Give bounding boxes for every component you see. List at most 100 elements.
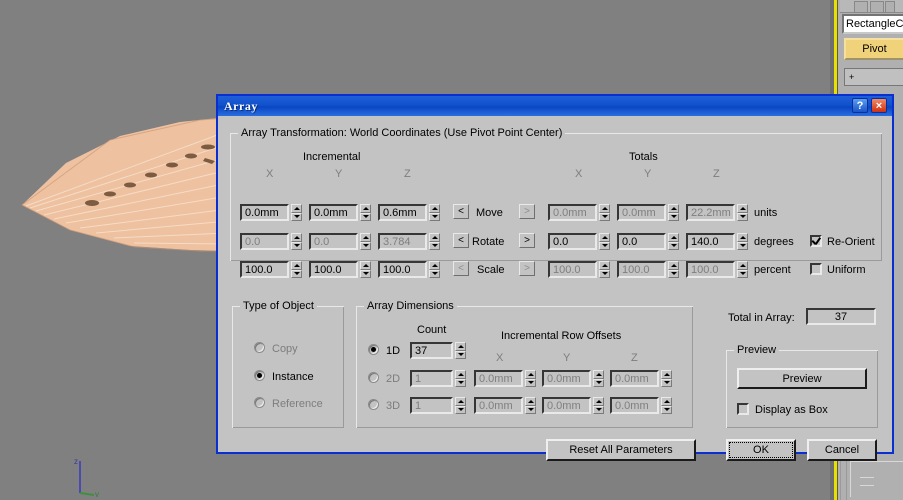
scale-units-label: percent <box>754 264 791 276</box>
rotate-left-arrow-button[interactable]: < <box>453 233 469 248</box>
rotate-total-x[interactable]: 0.0 <box>548 233 610 250</box>
offset-3d-x[interactable]: 0.0mm <box>474 397 536 414</box>
reorient-checkbox[interactable] <box>810 235 822 247</box>
offset-2d-y[interactable]: 0.0mm <box>542 370 604 387</box>
count-2d-field[interactable]: 1 <box>410 370 466 387</box>
spinner-arrows[interactable] <box>668 261 679 278</box>
radio-2d[interactable] <box>368 372 379 383</box>
spinner-arrows[interactable] <box>661 370 672 387</box>
display-as-box-checkbox[interactable] <box>737 403 749 415</box>
spinner-arrows[interactable] <box>599 204 610 221</box>
close-icon[interactable]: × <box>871 98 887 113</box>
scale-total-x[interactable]: 100.0 <box>548 261 610 278</box>
move-units-label: units <box>754 207 777 219</box>
move-total-y[interactable]: 0.0mm <box>617 204 679 221</box>
spinner-arrows[interactable] <box>599 233 610 250</box>
move-left-arrow-button[interactable]: < <box>453 204 469 219</box>
pivot-button[interactable]: Pivot <box>844 38 903 60</box>
move-row-label: Move <box>476 207 503 219</box>
offset-2d-x[interactable]: 0.0mm <box>474 370 536 387</box>
spinner-arrows[interactable] <box>360 204 371 221</box>
radio-copy[interactable] <box>254 342 265 353</box>
uniform-checkbox[interactable] <box>810 263 822 275</box>
offset-3d-y[interactable]: 0.0mm <box>542 397 604 414</box>
spinner-arrows[interactable] <box>737 233 748 250</box>
help-icon[interactable]: ? <box>852 98 868 113</box>
rollout-header[interactable]: + <box>844 68 903 86</box>
scale-right-arrow-button[interactable]: > <box>519 261 535 276</box>
offset-2d-z[interactable]: 0.0mm <box>610 370 672 387</box>
spinner-arrows[interactable] <box>668 233 679 250</box>
scale-incremental-x[interactable]: 100.0 <box>240 261 302 278</box>
count-1d-field[interactable]: 37 <box>410 342 466 359</box>
preview-button[interactable]: Preview <box>737 368 867 389</box>
move-incremental-x[interactable]: 0.0mm <box>240 204 302 221</box>
scale-left-arrow-button[interactable]: < <box>453 261 469 276</box>
move-total-z[interactable]: 22.2mm <box>686 204 748 221</box>
radio-3d[interactable] <box>368 399 379 410</box>
object-name-field[interactable]: RectangleC <box>842 14 903 34</box>
spinner-arrows[interactable] <box>455 342 466 359</box>
spinner-arrows[interactable] <box>593 370 604 387</box>
spinner-arrows[interactable] <box>661 397 672 414</box>
spinner-arrows[interactable] <box>455 397 466 414</box>
angle-snap-icon[interactable] <box>870 1 884 13</box>
radio-1d[interactable] <box>368 344 379 355</box>
count-3d-field[interactable]: 1 <box>410 397 466 414</box>
preview-group: Preview <box>726 350 878 428</box>
total-in-array-label: Total in Array: <box>728 312 795 324</box>
spinner-arrows[interactable] <box>291 261 302 278</box>
reorient-label: Re-Orient <box>827 236 875 248</box>
spinner-arrows[interactable] <box>455 370 466 387</box>
rotate-incremental-y[interactable]: 0.0 <box>309 233 371 250</box>
snap-toggle-icon[interactable] <box>854 1 868 13</box>
rotate-right-arrow-button[interactable]: > <box>519 233 535 248</box>
spinner-arrows[interactable] <box>291 233 302 250</box>
scale-incremental-z[interactable]: 100.0 <box>378 261 440 278</box>
spinner-arrows[interactable] <box>429 233 440 250</box>
radio-instance-label: Instance <box>272 371 314 383</box>
spinner-arrows[interactable] <box>525 370 536 387</box>
reset-all-parameters-button[interactable]: Reset All Parameters <box>546 439 696 461</box>
spinner-arrows[interactable] <box>429 261 440 278</box>
spinner-arrows[interactable] <box>737 261 748 278</box>
radio-instance[interactable] <box>254 370 265 381</box>
radio-reference[interactable] <box>254 397 265 408</box>
spinner-arrows[interactable] <box>593 397 604 414</box>
move-total-x[interactable]: 0.0mm <box>548 204 610 221</box>
check-icon <box>812 237 820 246</box>
rotate-total-z[interactable]: 140.0 <box>686 233 748 250</box>
move-right-arrow-button[interactable]: > <box>519 204 535 219</box>
spinner-arrows[interactable] <box>360 261 371 278</box>
scale-incremental-y[interactable]: 100.0 <box>309 261 371 278</box>
dialog-titlebar[interactable]: Array ? × <box>218 96 892 116</box>
ok-button[interactable]: OK <box>726 439 796 461</box>
radio-copy-label: Copy <box>272 343 298 355</box>
scale-total-z[interactable]: 100.0 <box>686 261 748 278</box>
cancel-button[interactable]: Cancel <box>807 439 877 461</box>
preview-group-label: Preview <box>734 344 779 356</box>
dimension-2d-label: 2D <box>386 373 400 385</box>
svg-text:y: y <box>95 490 99 497</box>
offsets-axis-z: Z <box>631 352 638 364</box>
offset-3d-z[interactable]: 0.0mm <box>610 397 672 414</box>
spinner-arrows[interactable] <box>291 204 302 221</box>
spinner-arrows[interactable] <box>360 233 371 250</box>
spinner-arrows[interactable] <box>429 204 440 221</box>
spinner-arrows[interactable] <box>668 204 679 221</box>
incremental-axis-y: Y <box>335 168 342 180</box>
rotate-incremental-z[interactable]: 3.784 <box>378 233 440 250</box>
percent-snap-icon[interactable] <box>885 1 895 13</box>
radio-reference-label: Reference <box>272 398 323 410</box>
move-incremental-z[interactable]: 0.6mm <box>378 204 440 221</box>
move-incremental-y[interactable]: 0.0mm <box>309 204 371 221</box>
rotate-incremental-x[interactable]: 0.0 <box>240 233 302 250</box>
scale-total-y[interactable]: 100.0 <box>617 261 679 278</box>
svg-text:z: z <box>74 457 78 466</box>
spinner-arrows[interactable] <box>599 261 610 278</box>
rotate-total-y[interactable]: 0.0 <box>617 233 679 250</box>
spinner-arrows[interactable] <box>737 204 748 221</box>
incremental-axis-z: Z <box>404 168 411 180</box>
focus-ring <box>729 442 793 458</box>
spinner-arrows[interactable] <box>525 397 536 414</box>
